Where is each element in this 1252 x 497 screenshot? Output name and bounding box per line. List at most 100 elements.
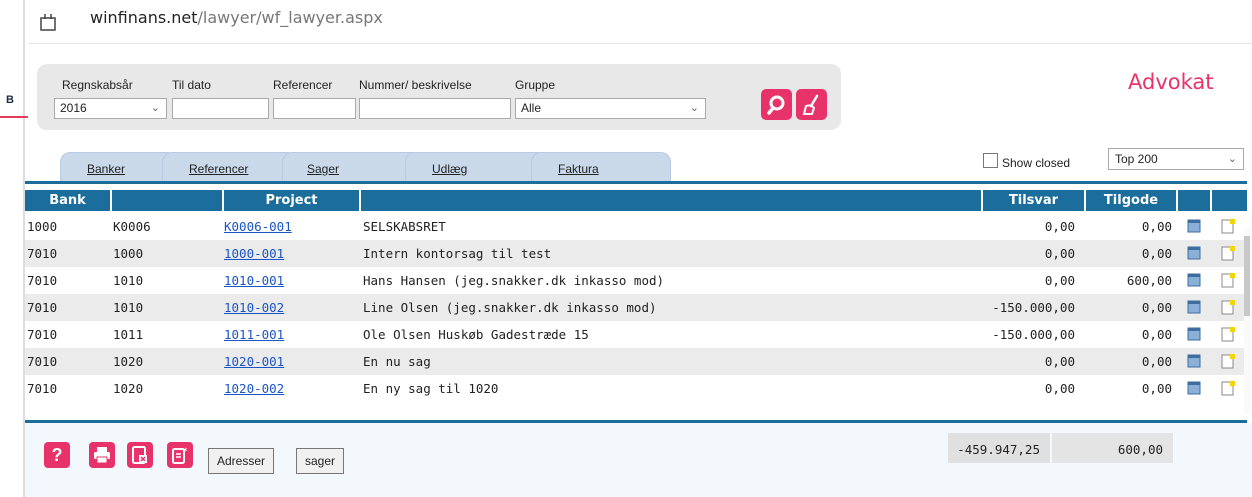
url-text[interactable]: winfinans.net/lawyer/wf_lawyer.aspx	[90, 8, 383, 27]
nummer-input[interactable]	[359, 98, 511, 119]
cell-project[interactable]: 1011-001	[224, 321, 354, 348]
table-top-line	[25, 181, 1247, 184]
cell-client: 1010	[113, 273, 144, 288]
note-icon[interactable]	[1221, 354, 1235, 369]
referencer-input[interactable]	[273, 98, 356, 119]
left-edge: B	[0, 0, 28, 497]
address-bar[interactable]: winfinans.net/lawyer/wf_lawyer.aspx	[28, 0, 1252, 44]
note-icon[interactable]	[1221, 327, 1235, 342]
sager-button[interactable]: sager	[296, 448, 345, 474]
total-tilgode: 600,00	[1052, 433, 1173, 463]
chevron-down-icon: ⌄	[150, 102, 160, 114]
document-icon[interactable]	[1187, 327, 1201, 341]
cell-bank: 7010	[27, 273, 58, 288]
url-domain: winfinans.net	[90, 8, 198, 27]
tab-banker[interactable]: Banker	[60, 152, 178, 182]
document-star-icon: *	[172, 447, 188, 464]
cell-description: Intern kontorsag til test	[363, 246, 552, 261]
page-icon	[40, 14, 56, 31]
header-note	[1212, 190, 1247, 211]
cell-project[interactable]: 1010-002	[224, 294, 354, 321]
gruppe-label: Gruppe	[515, 78, 556, 92]
document-icon[interactable]	[1187, 381, 1201, 395]
cell-tilgode: 0,00	[1141, 300, 1172, 315]
new-document-button[interactable]: *	[167, 442, 193, 468]
tab-label: Banker	[87, 162, 126, 176]
help-button[interactable]: ?	[44, 442, 70, 468]
document-icon[interactable]	[1187, 273, 1201, 287]
header-bank[interactable]: Bank	[25, 190, 110, 211]
brand-title: Advokat	[1128, 70, 1214, 94]
til-dato-input[interactable]	[172, 98, 269, 119]
cell-tilsvar: 0,00	[1044, 273, 1075, 288]
note-icon[interactable]	[1221, 300, 1235, 315]
cell-tilgode: 0,00	[1141, 219, 1172, 234]
search-icon	[766, 95, 784, 115]
cell-tilsvar: 0,00	[1044, 354, 1075, 369]
cell-project[interactable]: 1000-001	[224, 240, 354, 267]
note-icon[interactable]	[1221, 219, 1235, 234]
cell-description: Ole Olsen Huskøb Gadestræde 15	[363, 327, 589, 342]
cell-description: En ny sag til 1020	[363, 381, 499, 396]
header-tilgode[interactable]: Tilgode	[1086, 190, 1176, 211]
cell-bank: 7010	[27, 381, 58, 396]
header-tilsvar[interactable]: Tilsvar	[983, 190, 1084, 211]
header-description[interactable]	[361, 190, 981, 211]
table-row[interactable]: 7010 1010 1010-001 Hans Hansen (jeg.snakker…	[25, 267, 1247, 294]
scrollbar[interactable]	[1244, 228, 1250, 414]
note-icon[interactable]	[1221, 246, 1235, 261]
top-select[interactable]: Top 200 ⌄	[1108, 148, 1244, 170]
table-row[interactable]: 7010 1011 1011-001 Ole Olsen Huskøb Gadestr…	[25, 321, 1247, 348]
cell-tilsvar: -150.000,00	[992, 327, 1075, 342]
export-button[interactable]	[127, 442, 153, 468]
table-row[interactable]: 7010 1020 1020-002 En ny sag til 1020 0,00 0,…	[25, 375, 1247, 402]
note-icon[interactable]	[1221, 381, 1235, 396]
show-closed-checkbox[interactable]	[983, 152, 998, 168]
side-accent-line	[0, 116, 28, 118]
cell-project[interactable]: 1010-001	[224, 267, 354, 294]
cell-tilgode: 0,00	[1141, 246, 1172, 261]
cell-project[interactable]: 1020-001	[224, 348, 354, 375]
cell-description: Hans Hansen (jeg.snakker.dk inkasso mod)	[363, 273, 665, 288]
cell-project[interactable]: K0006-001	[224, 213, 354, 240]
print-button[interactable]	[89, 442, 115, 468]
tab-udlaeg[interactable]: Udlæg	[405, 152, 551, 182]
header-doc	[1178, 190, 1210, 211]
header-client[interactable]	[112, 190, 222, 211]
side-letter: B	[6, 94, 14, 106]
show-closed-toggle[interactable]: Show closed	[983, 150, 1070, 170]
table-row[interactable]: 7010 1000 1000-001 Intern kontorsag til tes…	[25, 240, 1247, 267]
tab-label: Faktura	[558, 162, 599, 176]
table-row[interactable]: 7010 1010 1010-002 Line Olsen (jeg.snakker.…	[25, 294, 1247, 321]
note-icon[interactable]	[1221, 273, 1235, 288]
nummer-label: Nummer/ beskrivelse	[359, 78, 472, 92]
search-button[interactable]	[761, 89, 792, 120]
tab-referencer[interactable]: Referencer	[162, 152, 298, 182]
table-row[interactable]: 7010 1020 1020-001 En nu sag 0,00 0,00	[25, 348, 1247, 375]
cell-tilgode: 0,00	[1141, 354, 1172, 369]
cell-project[interactable]: 1020-002	[224, 375, 354, 402]
header-project[interactable]: Project	[224, 190, 359, 211]
cell-client: 1011	[113, 327, 144, 342]
document-icon[interactable]	[1187, 300, 1201, 314]
question-icon: ?	[51, 444, 63, 465]
gruppe-select[interactable]: Alle ⌄	[515, 98, 706, 119]
cell-client: 1020	[113, 381, 144, 396]
regnskabsaar-select[interactable]: 2016 ⌄	[54, 98, 167, 119]
adresser-button[interactable]: Adresser	[208, 448, 275, 474]
tab-label: Sager	[307, 162, 340, 176]
cell-description: En nu sag	[363, 354, 431, 369]
cell-tilgode: 0,00	[1141, 381, 1172, 396]
document-icon[interactable]	[1187, 246, 1201, 260]
cell-tilsvar: 0,00	[1044, 381, 1075, 396]
cell-description: Line Olsen (jeg.snakker.dk inkasso mod)	[363, 300, 657, 315]
table-row[interactable]: 1000 K0006 K0006-001 SELSKABSRET 0,00 0,00	[25, 213, 1247, 240]
tab-faktura[interactable]: Faktura	[531, 152, 671, 182]
document-icon[interactable]	[1187, 219, 1201, 233]
clear-button[interactable]	[796, 89, 827, 120]
cell-bank: 7010	[27, 246, 58, 261]
scrollbar-thumb[interactable]	[1244, 236, 1250, 316]
document-icon[interactable]	[1187, 354, 1201, 368]
broom-icon	[802, 94, 818, 115]
table-header: Bank Project Tilsvar Tilgode	[25, 190, 1247, 211]
